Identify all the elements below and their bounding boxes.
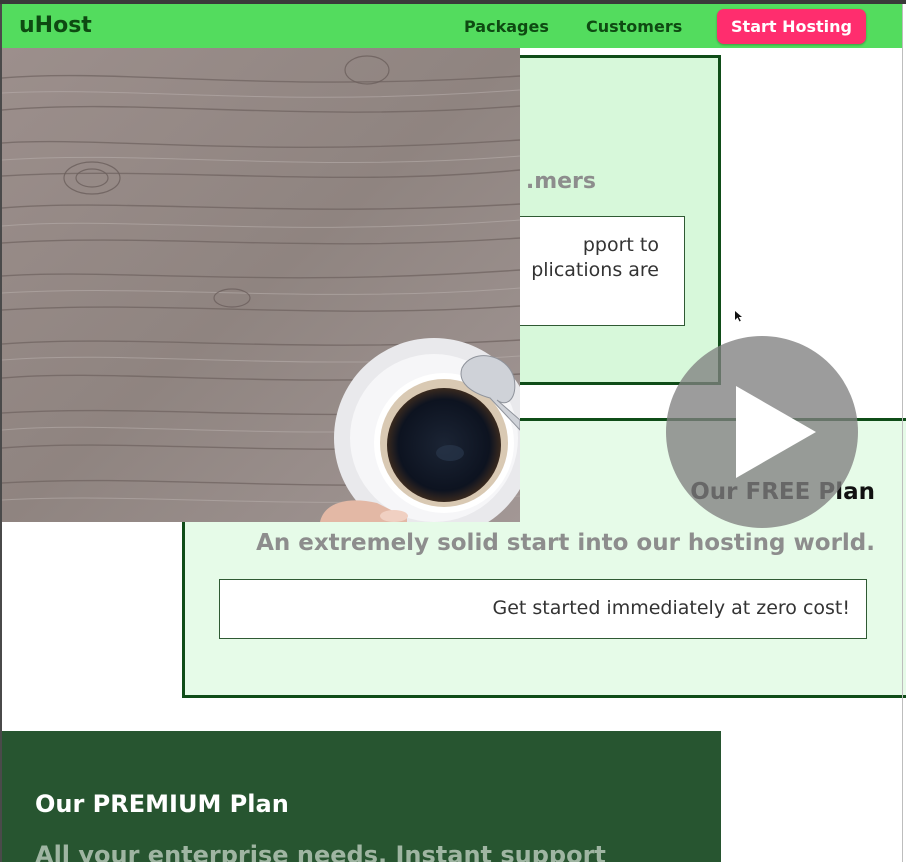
- nav-link-customers[interactable]: Customers: [586, 17, 682, 36]
- main-header: uHost Packages Customers Start Hosting: [2, 4, 902, 48]
- premium-plan-title: Our PREMIUM Plan: [35, 790, 289, 818]
- play-video-button[interactable]: [666, 336, 858, 528]
- plan-card-premium: Our PREMIUM Plan All your enterprise nee…: [2, 731, 721, 862]
- premium-plan-subtitle: All your enterprise needs. Instant suppo…: [35, 841, 606, 862]
- free-plan-description-box: Get started immediately at zero cost!: [219, 579, 867, 639]
- window-left-edge: [0, 4, 2, 862]
- window-right-edge: [902, 4, 903, 862]
- browser-viewport: uHost Packages Customers Start Hosting m…: [0, 0, 906, 862]
- nav-link-packages[interactable]: Packages: [464, 17, 549, 36]
- mouse-cursor-icon: [735, 311, 742, 322]
- play-icon: [736, 386, 816, 478]
- brand-logo[interactable]: uHost: [19, 13, 92, 38]
- free-plan-subtitle: An extremely solid start into our hostin…: [256, 530, 875, 556]
- start-hosting-button[interactable]: Start Hosting: [717, 9, 866, 44]
- free-plan-description: Get started immediately at zero cost!: [492, 597, 850, 619]
- coffee-on-wood-table-image: [2, 48, 520, 522]
